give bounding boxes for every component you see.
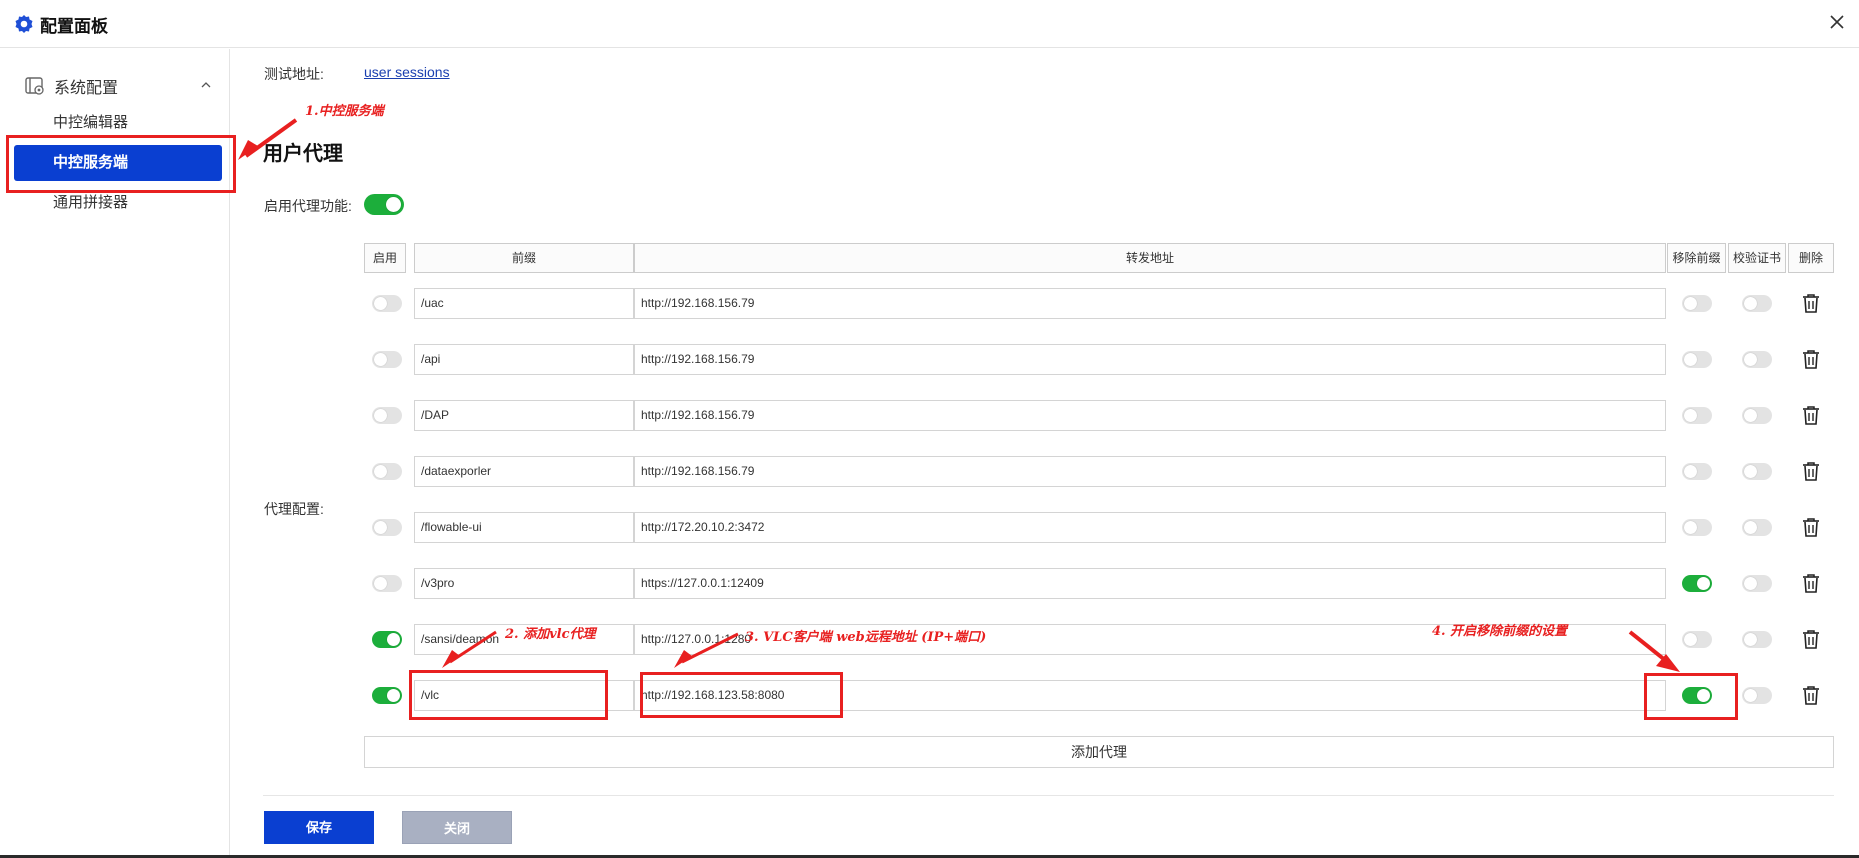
row-prefix-input[interactable]: /v3pro [414, 568, 634, 599]
chevron-up-icon[interactable] [198, 77, 214, 93]
annotation-box-vlc-prefix [409, 670, 608, 720]
row-verify-cert-toggle[interactable] [1742, 463, 1772, 480]
row-enabled-toggle[interactable] [372, 463, 402, 480]
main-content: 测试地址: user sessions 用户代理 启用代理功能: 代理配置: 启… [231, 49, 1859, 858]
add-proxy-button[interactable]: 添加代理 [364, 736, 1834, 768]
row-remove-prefix-toggle[interactable] [1682, 295, 1712, 312]
annotation-arrow-1 [238, 118, 298, 160]
row-enabled-toggle[interactable] [372, 575, 402, 592]
row-verify-cert-toggle[interactable] [1742, 351, 1772, 368]
row-verify-cert-toggle[interactable] [1742, 575, 1772, 592]
header-verify-cert: 校验证书 [1728, 243, 1786, 273]
enable-proxy-toggle[interactable] [364, 194, 404, 215]
row-forward-input[interactable]: http://192.168.156.79 [634, 344, 1666, 375]
annotation-box-remove-prefix [1644, 673, 1738, 720]
trash-icon[interactable] [1802, 293, 1820, 313]
row-remove-prefix-toggle[interactable] [1682, 631, 1712, 648]
row-enabled-toggle[interactable] [372, 519, 402, 536]
close-button[interactable]: 关闭 [402, 811, 512, 844]
enable-proxy-label: 启用代理功能: [264, 198, 352, 214]
row-enabled-toggle[interactable] [372, 631, 402, 648]
row-forward-input[interactable]: http://192.168.156.79 [634, 400, 1666, 431]
row-verify-cert-toggle[interactable] [1742, 295, 1772, 312]
trash-icon[interactable] [1802, 685, 1820, 705]
gear-logo-icon [15, 15, 33, 33]
sidebar-group-label: 系统配置 [54, 80, 119, 97]
annotation-arrow-3 [674, 632, 739, 668]
header-prefix: 前缀 [414, 243, 634, 273]
save-button[interactable]: 保存 [264, 811, 374, 844]
settings-panel-icon [25, 77, 44, 95]
annotation-box-server [6, 135, 236, 193]
footer-divider [263, 795, 1834, 796]
row-prefix-input[interactable]: /dataexporler [414, 456, 634, 487]
window-title: 配置面板 [40, 17, 108, 36]
row-remove-prefix-toggle[interactable] [1682, 463, 1712, 480]
row-remove-prefix-toggle[interactable] [1682, 575, 1712, 592]
header-remove-prefix: 移除前缀 [1667, 243, 1726, 273]
row-remove-prefix-toggle[interactable] [1682, 351, 1712, 368]
annotation-arrow-4 [1628, 630, 1680, 672]
row-prefix-input[interactable]: /DAP [414, 400, 634, 431]
row-forward-input[interactable]: http://192.168.156.79 [634, 288, 1666, 319]
annotation-box-vlc-forward [640, 672, 843, 718]
row-enabled-toggle[interactable] [372, 351, 402, 368]
proxy-config-label: 代理配置: [264, 501, 324, 517]
row-enabled-toggle[interactable] [372, 407, 402, 424]
test-address-label: 测试地址: [264, 66, 324, 82]
row-remove-prefix-toggle[interactable] [1682, 407, 1712, 424]
annotation-text-1: 1.中控服务端 [305, 104, 384, 119]
trash-icon[interactable] [1802, 461, 1820, 481]
row-verify-cert-toggle[interactable] [1742, 687, 1772, 704]
trash-icon[interactable] [1802, 405, 1820, 425]
row-prefix-input[interactable]: /api [414, 344, 634, 375]
header-enabled: 启用 [364, 243, 406, 273]
trash-icon[interactable] [1802, 517, 1820, 537]
sidebar-group-system-config[interactable]: 系统配置 [24, 71, 214, 101]
trash-icon[interactable] [1802, 349, 1820, 369]
trash-icon[interactable] [1802, 573, 1820, 593]
test-address-link[interactable]: user sessions [364, 64, 450, 80]
row-forward-input[interactable]: https://127.0.0.1:12409 [634, 568, 1666, 599]
header-delete: 删除 [1788, 243, 1834, 273]
annotation-text-3: 3. VLC客户端 web远程地址 (IP+端口) [745, 630, 987, 645]
row-prefix-input[interactable]: /uac [414, 288, 634, 319]
row-enabled-toggle[interactable] [372, 687, 402, 704]
row-prefix-input[interactable]: /flowable-ui [414, 512, 634, 543]
row-forward-input[interactable]: http://172.20.10.2:3472 [634, 512, 1666, 543]
row-verify-cert-toggle[interactable] [1742, 407, 1772, 424]
row-remove-prefix-toggle[interactable] [1682, 519, 1712, 536]
trash-icon[interactable] [1802, 629, 1820, 649]
row-forward-input[interactable]: http://192.168.156.79 [634, 456, 1666, 487]
title-bar: 配置面板 [0, 0, 1859, 48]
annotation-text-2: 2. 添加vlc代理 [505, 627, 596, 642]
header-forward: 转发地址 [634, 243, 1666, 273]
annotation-text-4: 4. 开启移除前缀的设置 [1432, 624, 1568, 639]
row-enabled-toggle[interactable] [372, 295, 402, 312]
close-icon[interactable] [1825, 10, 1849, 34]
row-verify-cert-toggle[interactable] [1742, 519, 1772, 536]
annotation-arrow-2 [442, 630, 497, 668]
row-verify-cert-toggle[interactable] [1742, 631, 1772, 648]
